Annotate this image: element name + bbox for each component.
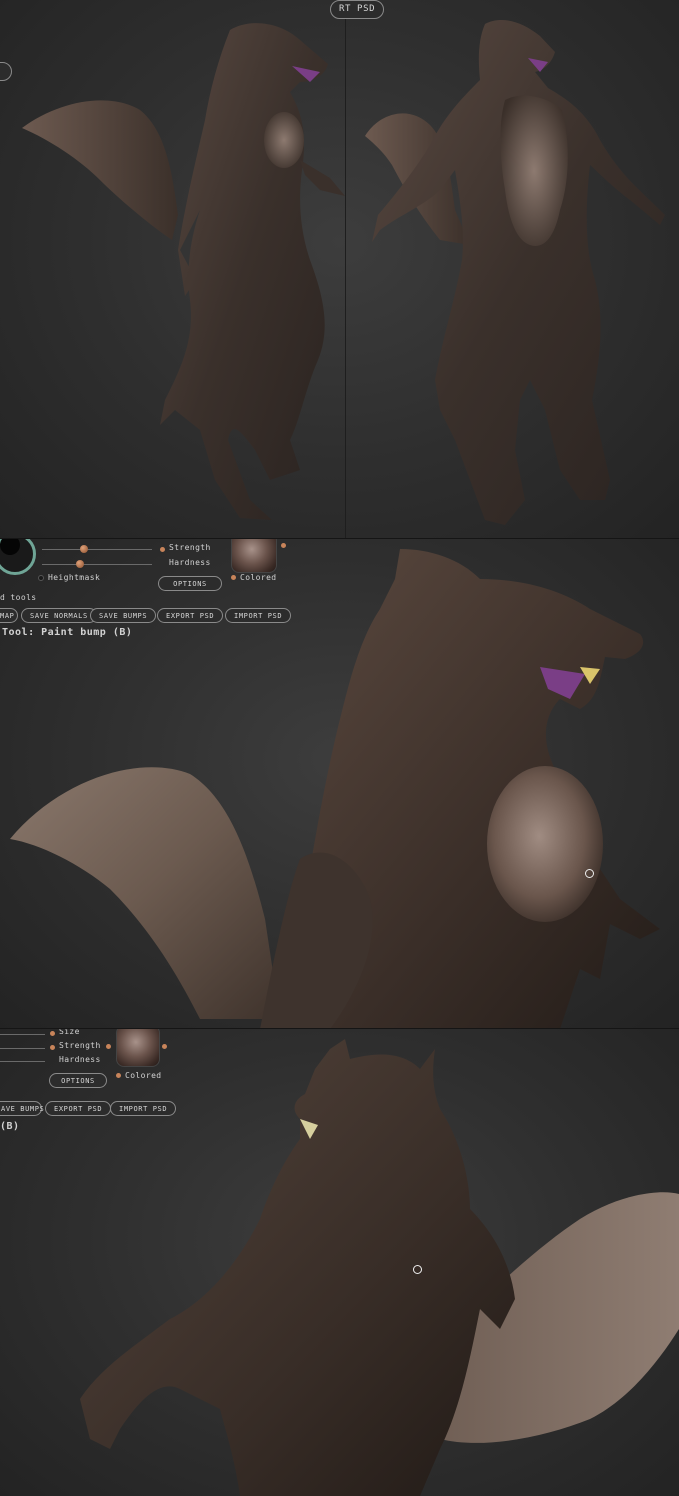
tool-title: (B): [0, 1121, 20, 1132]
heightmask-label: Heightmask: [48, 573, 101, 582]
hardness-slider-track[interactable]: [0, 1061, 45, 1062]
options-button[interactable]: OPTIONS: [158, 576, 222, 591]
colored-toggle[interactable]: [231, 575, 236, 580]
hardness-label: Hardness: [59, 1055, 101, 1064]
strength-slider-track[interactable]: [0, 1048, 45, 1049]
hardness-slider-track[interactable]: [42, 564, 152, 565]
brush-cursor: [413, 1265, 422, 1274]
strength-slider-track[interactable]: [42, 549, 152, 550]
export-psd-button[interactable]: EXPORT PSD: [45, 1101, 112, 1116]
brush-cursor: [585, 869, 594, 878]
import-psd-button[interactable]: IMPORT PSD: [110, 1101, 177, 1116]
werewolf-model-views: [22, 20, 665, 525]
werewolf-side-view: [22, 23, 345, 521]
viewport-bottom[interactable]: Size Strength Hardness OPTIONS Colored A…: [0, 1028, 679, 1496]
tool-title: Tool: Paint bump (B): [2, 627, 133, 638]
material-preview-sphere[interactable]: [116, 1029, 160, 1067]
save-normals-button[interactable]: SAVE NORMALS: [21, 608, 97, 623]
size-dot: [50, 1031, 55, 1036]
save-bumps-button[interactable]: AVE BUMPS: [0, 1101, 44, 1116]
hardness-label: Hardness: [169, 558, 211, 567]
colored-label: Colored: [240, 573, 277, 582]
colored-toggle[interactable]: [116, 1073, 121, 1078]
save-bumps-button[interactable]: SAVE BUMPS: [90, 608, 157, 623]
strength-label: Strength: [169, 543, 211, 552]
hardness-slider-knob[interactable]: [76, 560, 84, 568]
werewolf-back-view: [80, 1039, 679, 1496]
viewport-top[interactable]: RT PSD: [0, 0, 679, 538]
viewport-middle[interactable]: Strength Hardness Heightmask OPTIONS Col…: [0, 538, 679, 1029]
material-dot-right: [162, 1044, 167, 1049]
material-dot: [281, 543, 286, 548]
werewolf-front-view: [365, 20, 665, 525]
map-button[interactable]: MAP: [0, 608, 18, 623]
import-psd-button[interactable]: IMPORT PSD: [225, 608, 292, 623]
size-slider-track[interactable]: [0, 1034, 45, 1035]
strength-label: Strength: [59, 1041, 101, 1050]
strength-slider-knob[interactable]: [80, 545, 88, 553]
colored-label: Colored: [125, 1071, 162, 1080]
heightmask-toggle[interactable]: [38, 575, 44, 581]
export-psd-button[interactable]: EXPORT PSD: [157, 608, 224, 623]
material-preview-sphere[interactable]: [231, 539, 277, 573]
material-dot-left: [106, 1044, 111, 1049]
strength-dot: [160, 547, 165, 552]
strength-dot: [50, 1045, 55, 1050]
size-label: Size: [59, 1028, 80, 1036]
tools-label: d tools: [0, 593, 37, 602]
options-button[interactable]: OPTIONS: [49, 1073, 107, 1088]
